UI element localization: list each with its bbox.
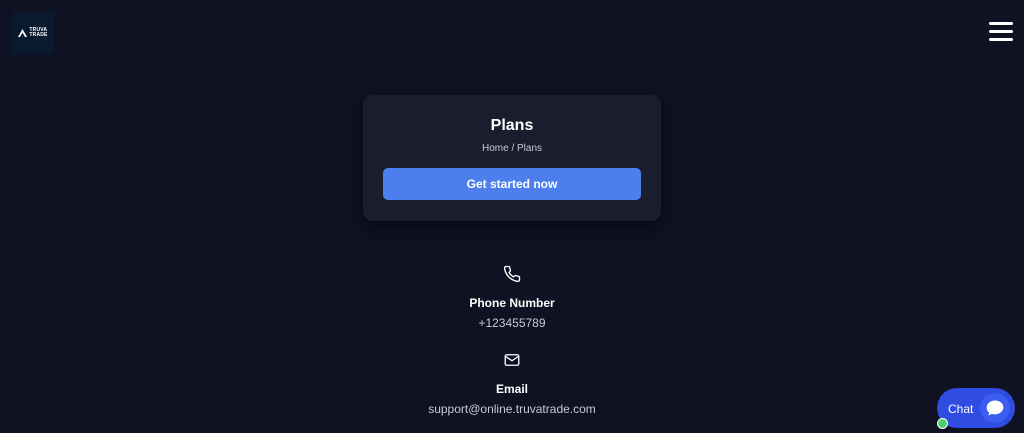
hamburger-menu-icon[interactable] bbox=[989, 22, 1013, 42]
logo-line-2: TRADE bbox=[29, 32, 48, 38]
menu-bar bbox=[989, 38, 1013, 41]
chat-label: Chat bbox=[948, 402, 974, 416]
mail-icon bbox=[504, 354, 520, 366]
phone-label: Phone Number bbox=[469, 296, 555, 310]
chat-bubble-icon bbox=[980, 393, 1010, 423]
menu-bar bbox=[989, 22, 1013, 25]
menu-bar bbox=[989, 30, 1013, 33]
email-label: Email bbox=[495, 382, 528, 396]
page: TRUVA TRADE Plans Home / Plans Get start… bbox=[0, 0, 1024, 433]
logo-text: TRUVA TRADE bbox=[29, 28, 47, 38]
get-started-button[interactable]: Get started now bbox=[383, 168, 641, 200]
page-title: Plans bbox=[490, 117, 534, 134]
phone-icon bbox=[503, 265, 521, 283]
logo[interactable]: TRUVA TRADE bbox=[12, 12, 54, 54]
email-value[interactable]: support@online.truvatrade.com bbox=[0, 402, 1024, 416]
breadcrumb: Home / Plans bbox=[481, 143, 543, 154]
hero-card: Plans Home / Plans Get started now bbox=[363, 95, 661, 221]
email-contact: Email support@online.truvatrade.com bbox=[0, 351, 1024, 416]
logo-mark-icon bbox=[18, 29, 28, 37]
phone-value[interactable]: +123455789 bbox=[0, 316, 1024, 330]
chat-button[interactable]: Chat bbox=[937, 388, 1015, 428]
phone-contact: Phone Number +123455789 bbox=[0, 265, 1024, 330]
online-status-indicator bbox=[937, 418, 948, 429]
chat-bubble-glyph bbox=[986, 400, 1004, 416]
